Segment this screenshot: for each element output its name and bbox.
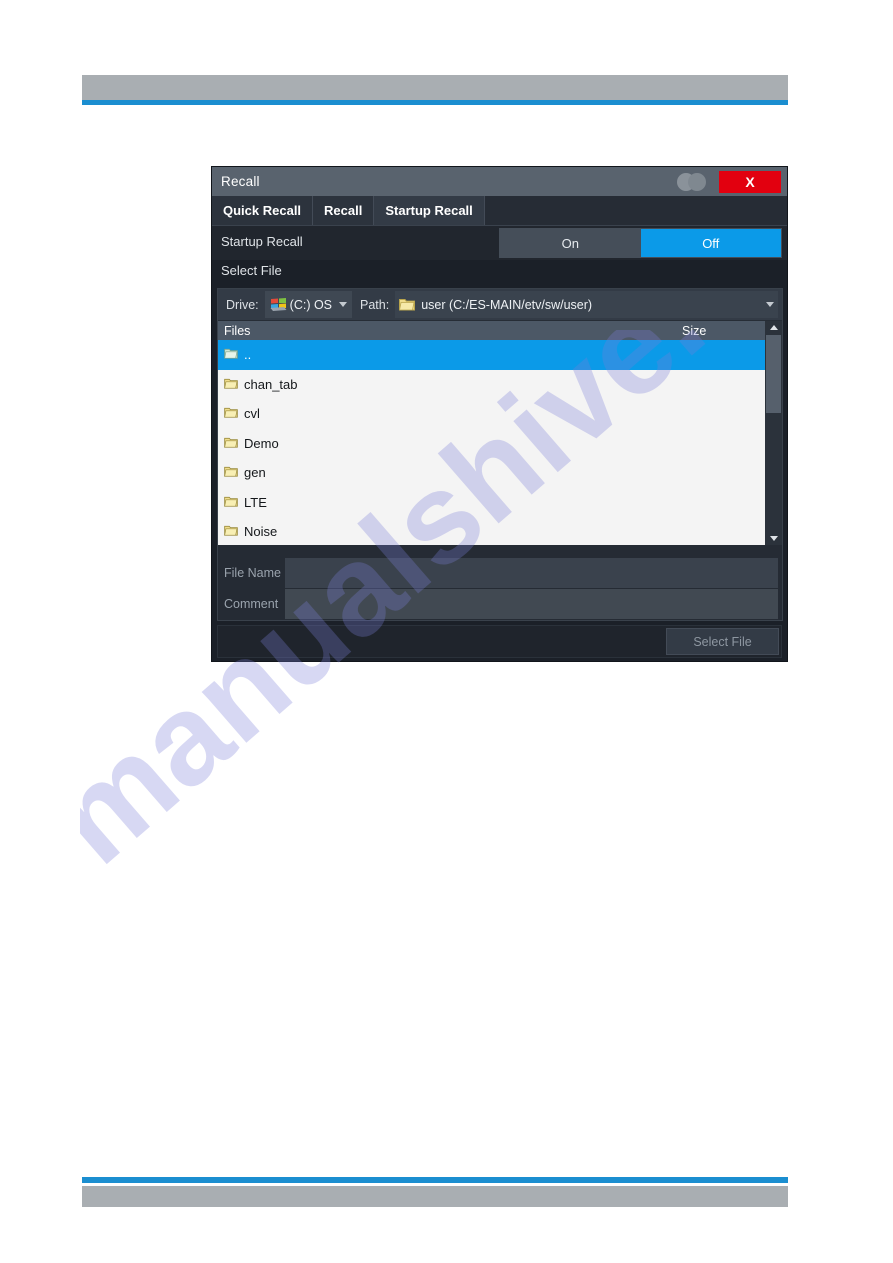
tabbar-filler	[484, 196, 787, 225]
file-row-lte[interactable]: LTE	[218, 488, 765, 518]
file-meta-fields: File Name Comment	[218, 558, 782, 620]
startup-recall-toggle: On Off	[499, 228, 782, 258]
file-row-parent-directory[interactable]: ..	[218, 340, 765, 370]
file-row-name: LTE	[244, 494, 267, 510]
folder-icon	[224, 377, 238, 392]
file-row-name: Noise	[244, 524, 278, 540]
drive-label: Drive:	[226, 297, 259, 312]
file-row-name: chan_tab	[244, 376, 298, 392]
folder-icon	[224, 436, 238, 451]
page-footer-rule	[82, 1177, 788, 1183]
file-row-name: gen	[244, 465, 266, 481]
page-header-rule	[82, 100, 788, 105]
comment-input[interactable]	[285, 589, 778, 619]
select-file-panel: Drive: (C:) OS Path: user (C:/ES-MAIN/et…	[217, 288, 783, 621]
toggle-option-on[interactable]: On	[500, 229, 641, 257]
tab-startup-recall[interactable]: Startup Recall	[374, 196, 485, 225]
comment-label: Comment	[218, 589, 285, 619]
overlapping-circles-icon	[677, 171, 711, 193]
file-name-label: File Name	[218, 558, 285, 588]
chevron-down-icon	[339, 302, 348, 307]
comment-row: Comment	[218, 589, 782, 619]
file-name-input[interactable]	[285, 558, 778, 588]
column-header-files: Files	[224, 323, 251, 338]
file-row-cvl[interactable]: cvl	[218, 399, 765, 429]
drive-dropdown[interactable]: (C:) OS	[264, 291, 353, 318]
folder-icon	[224, 406, 238, 421]
file-row-demo[interactable]: Demo	[218, 429, 765, 459]
folder-icon	[399, 298, 416, 311]
select-file-section-label: Select File	[212, 260, 787, 281]
file-list-body[interactable]: .. chan_tab cvl Demo gen LTE Noise	[218, 340, 765, 545]
file-row-noise[interactable]: Noise	[218, 517, 765, 545]
dialog-footer: Select File	[217, 625, 782, 658]
startup-recall-label: Startup Recall	[221, 234, 303, 249]
disk-drive-icon	[270, 297, 287, 312]
path-chevron-down-icon	[766, 302, 774, 307]
dialog-tabbar: Quick Recall Recall Startup Recall	[212, 196, 787, 226]
tab-quick-recall[interactable]: Quick Recall	[212, 196, 314, 225]
column-header-size: Size	[682, 323, 707, 338]
path-label: Path:	[360, 297, 390, 312]
file-list-scrollbar[interactable]	[765, 321, 782, 545]
page-header-band	[82, 75, 788, 100]
scroll-up-arrow-icon[interactable]	[765, 321, 782, 334]
folder-icon	[224, 347, 238, 362]
path-value: user (C:/ES-MAIN/etv/sw/user)	[421, 297, 593, 312]
path-dropdown[interactable]: user (C:/ES-MAIN/etv/sw/user)	[395, 291, 778, 318]
close-button[interactable]: X	[719, 170, 781, 193]
folder-icon	[224, 465, 238, 480]
folder-icon	[224, 495, 238, 510]
file-list-header: Files Size	[218, 321, 765, 340]
file-row-name: cvl	[244, 406, 260, 422]
select-file-button[interactable]: Select File	[666, 628, 779, 655]
tab-recall[interactable]: Recall	[313, 196, 375, 225]
scroll-down-arrow-icon[interactable]	[765, 532, 782, 545]
recall-dialog: Recall X Quick Recall Recall Startup Rec…	[211, 166, 788, 662]
dialog-titlebar: Recall X	[212, 167, 787, 196]
dialog-title: Recall	[221, 174, 260, 189]
page-footer-band	[82, 1186, 788, 1207]
folder-icon	[224, 524, 238, 539]
file-row-gen[interactable]: gen	[218, 458, 765, 488]
drive-value: (C:) OS	[289, 297, 333, 312]
file-list: Files Size .. chan_tab cvl Demo gen LTE …	[218, 321, 782, 545]
file-row-name: Demo	[244, 435, 279, 451]
scrollbar-thumb[interactable]	[766, 335, 781, 413]
startup-recall-row: Startup Recall On Off	[212, 226, 787, 260]
file-name-row: File Name	[218, 558, 782, 588]
drive-path-bar: Drive: (C:) OS Path: user (C:/ES-MAIN/et…	[218, 289, 782, 321]
toggle-option-off[interactable]: Off	[640, 229, 781, 257]
file-row-name: ..	[244, 347, 252, 363]
file-row-chan-tab[interactable]: chan_tab	[218, 370, 765, 400]
